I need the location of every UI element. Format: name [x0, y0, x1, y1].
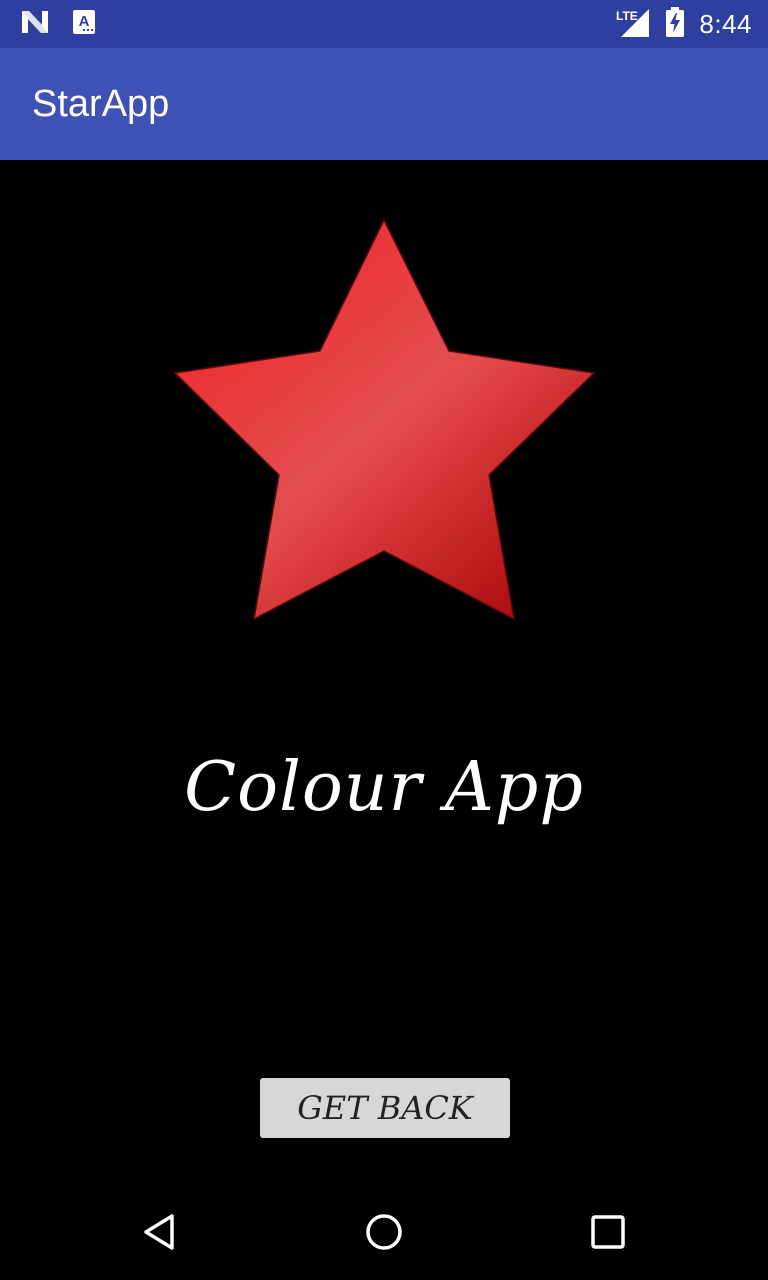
navigation-bar	[0, 1184, 768, 1280]
screen: A LTE 8:44 StarApp Colour App GET BACK	[0, 0, 768, 1280]
svg-text:LTE: LTE	[616, 9, 638, 23]
status-system: LTE 8:44	[615, 0, 752, 48]
svg-text:A: A	[79, 13, 90, 30]
back-icon[interactable]	[136, 1208, 184, 1256]
status-bar: A LTE 8:44	[0, 0, 768, 48]
a-notification-icon: A	[72, 9, 96, 40]
red-star-icon	[170, 215, 598, 625]
recents-icon[interactable]	[584, 1208, 632, 1256]
app-bar: StarApp	[0, 48, 768, 160]
status-notifications: A	[20, 9, 96, 40]
headline-text: Colour App	[184, 748, 584, 827]
lte-signal-icon: LTE	[615, 7, 651, 42]
battery-charging-icon	[665, 6, 685, 42]
n-notification-icon	[20, 9, 50, 40]
home-icon[interactable]	[360, 1208, 408, 1256]
get-back-button[interactable]: GET BACK	[260, 1078, 510, 1138]
status-time: 8:44	[699, 8, 752, 39]
app-title: StarApp	[32, 83, 170, 125]
